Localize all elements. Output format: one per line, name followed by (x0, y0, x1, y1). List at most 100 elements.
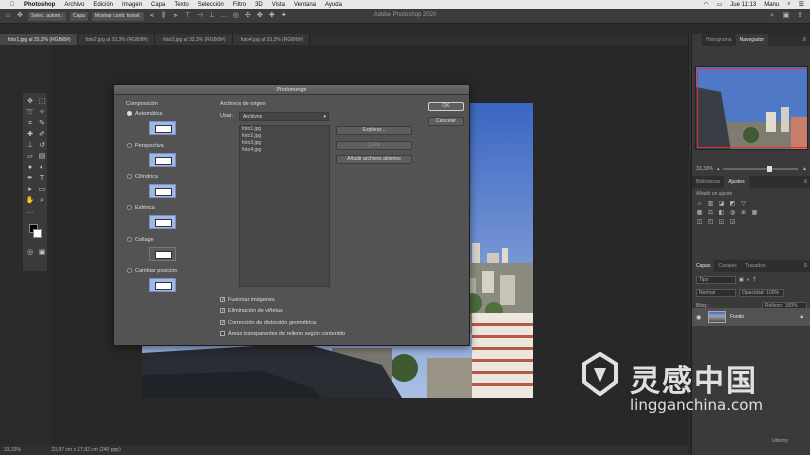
align-right-icon[interactable]: ⫸ (172, 12, 180, 20)
adjust-menu-icon[interactable]: ≡ (803, 179, 810, 185)
zoom-out-icon[interactable]: ▴ (717, 166, 720, 172)
quick-mask-icon[interactable]: ◎ (24, 247, 36, 258)
curves-icon[interactable]: ◪ (718, 201, 725, 208)
layout-automatica-label[interactable]: Automática (135, 111, 163, 117)
menu-ventana[interactable]: Ventana (294, 2, 316, 8)
list-item[interactable]: foto2.jpg (240, 133, 329, 140)
blur-tool-icon[interactable]: ● (24, 162, 36, 173)
black-white-icon[interactable]: ◧ (718, 210, 725, 217)
zoom-slider-knob[interactable] (766, 166, 772, 172)
apple-icon[interactable]:  (8, 2, 16, 8)
screen-mode-icon[interactable]: ▣ (36, 247, 48, 258)
tab-histograma[interactable]: Histograma (702, 34, 736, 46)
cancel-button[interactable]: Cancelar (428, 117, 464, 126)
menu-archivo[interactable]: Archivo (64, 2, 84, 8)
checkbox-content-aware[interactable] (220, 331, 225, 336)
marquee-tool-icon[interactable]: ⬚ (36, 96, 48, 107)
ok-button[interactable]: OK (428, 102, 464, 111)
eyedropper-icon[interactable]: ✎ (36, 118, 48, 129)
menu-edicion[interactable]: Edición (93, 2, 113, 8)
tab-foto3[interactable]: foto3.jpg al 33,3% (RGB/8#) (155, 34, 233, 45)
eye-icon[interactable]: ◉ (696, 314, 704, 321)
tab-foto4[interactable]: foto4.jpg al 33,3% (RGB/8#) (232, 34, 311, 45)
radio-automatica[interactable] (127, 111, 132, 116)
layout-collage-label[interactable]: Collage (135, 237, 154, 243)
layers-menu-icon[interactable]: ≡ (803, 263, 810, 269)
checkbox-vignette[interactable]: ✓ (220, 308, 225, 314)
zoom-in-icon[interactable]: ▲ (802, 166, 807, 172)
3d-slide-icon[interactable]: ✦ (280, 12, 288, 20)
use-dropdown[interactable]: Archivos ▾ (239, 112, 329, 121)
filter-pixel-icon[interactable]: ▣ (739, 277, 744, 283)
hue-sat-icon[interactable]: ▦ (696, 210, 703, 217)
tab-ajustes[interactable]: Ajustes (724, 176, 749, 188)
opacity-field[interactable]: Opacidad: 100% (739, 288, 784, 297)
exposure-icon[interactable]: ◩ (729, 201, 736, 208)
add-open-files-button[interactable]: Añadir archivos abiertos (336, 155, 412, 164)
type-tool-icon[interactable]: T (36, 173, 48, 184)
align-left-icon[interactable]: ⫷ (148, 12, 156, 20)
levels-icon[interactable]: ▥ (707, 201, 714, 208)
photo-filter-icon[interactable]: ◍ (729, 210, 736, 217)
menu-imagen[interactable]: Imagen (122, 2, 142, 8)
tab-foto2[interactable]: foto2.jpg al 33,3% (RGB/8#) (77, 34, 156, 45)
layout-perspectiva-label[interactable]: Perspectiva (135, 143, 164, 149)
content-aware-label[interactable]: Áreas transparentes de relleno según con… (228, 331, 345, 337)
move-tool-icon[interactable]: ✥ (16, 12, 24, 20)
color-balance-icon[interactable]: ⚖ (707, 210, 714, 217)
menu-seleccion[interactable]: Selección (198, 2, 224, 8)
hand-tool-icon[interactable]: ✋ (24, 195, 36, 206)
battery-icon[interactable]: ▭ (717, 1, 723, 8)
radio-esferica[interactable] (127, 205, 132, 210)
path-select-icon[interactable]: ▸ (24, 184, 36, 195)
tab-bibliotecas[interactable]: Bibliotecas (692, 176, 724, 188)
align-bottom-icon[interactable]: ⊥ (208, 12, 216, 20)
background-color[interactable] (33, 229, 42, 238)
color-swatches[interactable] (27, 224, 47, 244)
blend-mode-select[interactable]: Normal (696, 288, 736, 297)
layer-kind-filter[interactable]: Tipo (696, 275, 736, 284)
list-item[interactable]: foto4.jpg (240, 147, 329, 154)
color-lookup-icon[interactable]: ▦ (751, 210, 758, 217)
blend-images-label[interactable]: Fusionar imágenes (228, 297, 275, 303)
auto-select-checkbox[interactable]: Selec. autom.: (28, 11, 66, 21)
history-brush-icon[interactable]: ↺ (36, 140, 48, 151)
layout-esferica-label[interactable]: Esférica (135, 205, 155, 211)
channel-mixer-icon[interactable]: ⊕ (740, 210, 747, 217)
layer-select-dropdown[interactable]: Capa (69, 11, 88, 21)
tab-foto1[interactable]: foto1.jpg al 33,3% (RGB/8#) (0, 34, 78, 45)
show-transform-checkbox[interactable]: Mostrar contr. transf. (91, 11, 144, 21)
zoom-slider[interactable] (723, 166, 799, 172)
magic-wand-icon[interactable]: ✧ (36, 107, 48, 118)
filter-type-icon[interactable]: T (753, 277, 756, 283)
align-middle-icon[interactable]: ⊣ (196, 12, 204, 20)
menu-texto[interactable]: Texto (174, 2, 188, 8)
tab-trazados[interactable]: Trazados (741, 260, 770, 272)
pen-tool-icon[interactable]: ✒ (24, 173, 36, 184)
zoom-tool-icon[interactable]: ⌕ (36, 195, 48, 206)
vibrance-icon[interactable]: ▽ (740, 201, 747, 208)
eraser-icon[interactable]: ▱ (24, 151, 36, 162)
more-tools-icon[interactable]: … (24, 206, 36, 217)
file-list[interactable]: foto1.jpg foto2.jpg foto3.jpg foto4.jpg (239, 125, 330, 287)
radio-cilindrica[interactable] (127, 174, 132, 179)
search-icon-optbar[interactable]: ⌕ (768, 12, 776, 20)
clone-stamp-icon[interactable]: ⊥ (24, 140, 36, 151)
list-item[interactable]: foto3.jpg (240, 140, 329, 147)
navigator-view-box[interactable] (697, 68, 807, 148)
3d-mode-icon[interactable]: ◎ (232, 12, 240, 20)
shape-tool-icon[interactable]: ▭ (36, 184, 48, 195)
tab-canales[interactable]: Canales (714, 260, 740, 272)
menu-ayuda[interactable]: Ayuda (325, 2, 342, 8)
align-top-icon[interactable]: ⊤ (184, 12, 192, 20)
panel-menu-icon[interactable]: ≡ (802, 37, 810, 43)
clock[interactable]: Jue 11:13 (730, 2, 756, 8)
menu-vista[interactable]: Vista (272, 2, 285, 8)
gradient-icon[interactable]: ▤ (36, 151, 48, 162)
move-tool-icon[interactable]: ✥ (24, 96, 36, 107)
posterize-icon[interactable]: ◰ (707, 219, 714, 226)
distortion-label[interactable]: Corrección de distorsión geométrica (228, 320, 316, 326)
filter-adjust-icon[interactable]: ◐ (747, 277, 750, 283)
checkbox-blend-images[interactable]: ✓ (220, 297, 225, 303)
layout-cambiar-posicion-label[interactable]: Cambiar posición (135, 268, 178, 274)
